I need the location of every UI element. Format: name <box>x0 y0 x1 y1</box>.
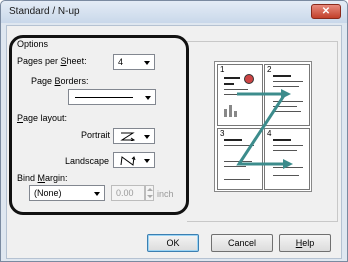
page-order-arrow <box>236 89 293 169</box>
bind-margin-label: Bind Margin: <box>17 173 68 183</box>
close-icon: ✕ <box>321 6 331 17</box>
pages-per-sheet-label: Pages per Sheet: <box>17 56 87 66</box>
chevron-down-icon <box>144 159 150 163</box>
close-button[interactable]: ✕ <box>311 4 341 19</box>
options-group-border <box>337 41 338 221</box>
help-button[interactable]: Help <box>279 234 331 252</box>
ok-button[interactable]: OK <box>147 234 199 252</box>
n-order-icon <box>120 156 136 166</box>
options-group-bottom <box>187 221 338 222</box>
bind-margin-dropdown[interactable]: (None) <box>29 185 105 201</box>
chevron-down-icon <box>144 61 150 65</box>
window-title: Standard / N-up <box>9 6 80 17</box>
bind-margin-selected: (None) <box>34 188 62 198</box>
chevron-down-icon <box>94 192 100 196</box>
bind-margin-unit: inch <box>157 189 174 199</box>
chevron-down-icon <box>144 135 150 139</box>
bind-margin-value: 0.00 <box>116 188 134 198</box>
page-borders-label: Page Borders: <box>31 76 89 86</box>
pages-per-sheet-dropdown[interactable]: 4 <box>113 54 155 70</box>
cancel-button[interactable]: Cancel <box>211 234 273 252</box>
z-order-icon <box>120 132 136 141</box>
bind-margin-stepper[interactable] <box>145 185 154 201</box>
landscape-label: Landscape <box>65 156 110 166</box>
page-borders-dropdown[interactable] <box>68 89 156 105</box>
n-up-preview: 1 2 3 4 <box>214 61 312 192</box>
stepper-down-icon <box>147 195 153 198</box>
portrait-label: Portrait <box>81 130 111 140</box>
page-layout-label: Page layout: <box>17 113 68 123</box>
border-line-sample <box>75 97 133 98</box>
pages-per-sheet-value: 4 <box>118 57 124 67</box>
landscape-layout-dropdown[interactable] <box>113 152 155 168</box>
dialog-window: Standard / N-up ✕ Options Pages per Shee… <box>0 0 348 262</box>
options-group-line <box>187 41 338 42</box>
bind-margin-value-input[interactable]: 0.00 <box>111 185 145 201</box>
stepper-up-icon <box>147 188 153 191</box>
options-group-label: Options <box>17 39 49 49</box>
chevron-down-icon <box>145 96 151 100</box>
portrait-layout-dropdown[interactable] <box>113 128 155 144</box>
title-bar[interactable]: Standard / N-up ✕ <box>1 1 347 23</box>
